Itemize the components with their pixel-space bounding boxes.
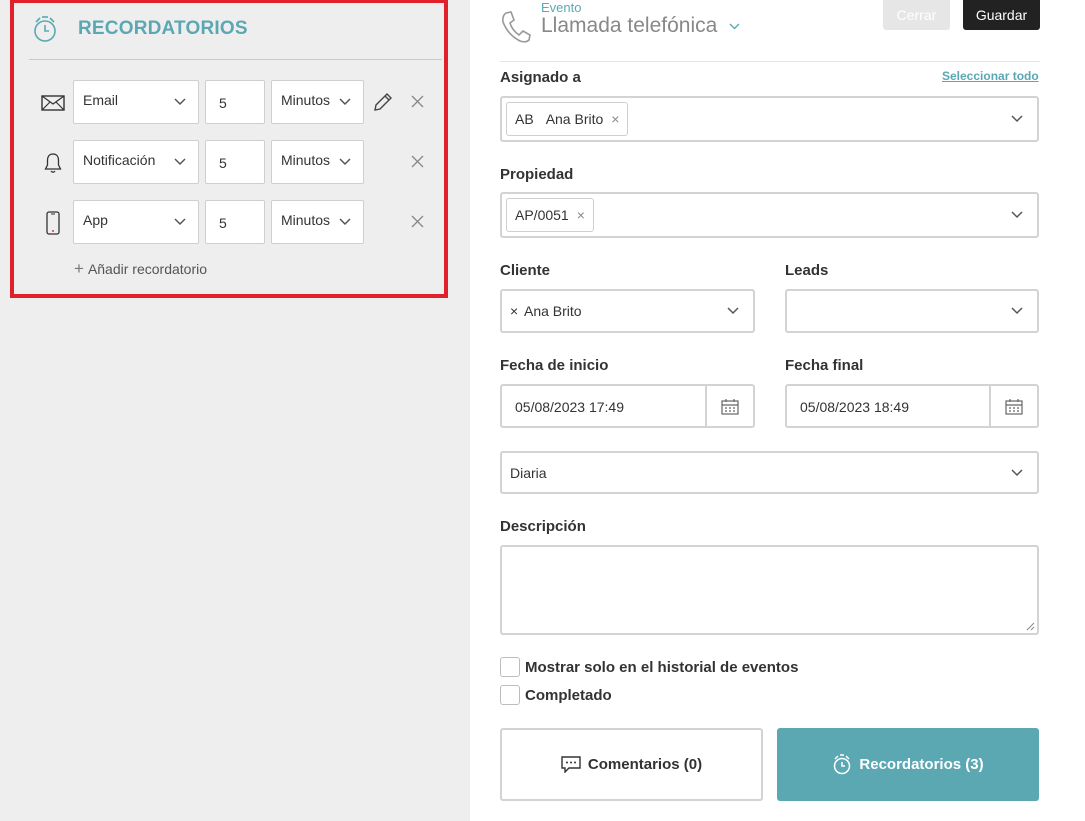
reminder-unit-select[interactable]: Minutos xyxy=(271,140,364,184)
property-tag: AP/0051 × xyxy=(506,198,594,232)
chevron-down-icon xyxy=(1011,307,1023,315)
remove-tag-icon[interactable]: × xyxy=(611,111,619,127)
select-all-link[interactable]: Seleccionar todo xyxy=(942,69,1039,83)
phone-icon xyxy=(500,10,532,44)
start-date-field[interactable]: 05/08/2023 17:49 xyxy=(500,384,755,428)
recurrence-value: Diaria xyxy=(510,465,547,481)
comments-button-label: Comentarios (0) xyxy=(587,756,703,773)
end-date-label: Fecha final xyxy=(785,357,864,374)
assigned-tag-name: Ana Brito xyxy=(545,111,604,127)
reminder-type-select[interactable]: Email xyxy=(73,80,199,124)
reminder-unit-select[interactable]: Minutos xyxy=(271,80,364,124)
calendar-icon[interactable] xyxy=(989,386,1037,426)
close-button[interactable]: Cerrar xyxy=(883,0,950,30)
chevron-down-icon xyxy=(339,218,353,226)
client-remove-icon[interactable]: × xyxy=(510,303,518,319)
reminder-type-select[interactable]: Notificación xyxy=(73,140,199,184)
reminder-amount-input[interactable]: 5 xyxy=(205,200,265,244)
pencil-icon[interactable] xyxy=(372,91,394,113)
history-only-checkbox[interactable] xyxy=(500,657,520,677)
chevron-down-icon xyxy=(1011,468,1023,476)
chevron-down-icon xyxy=(1011,115,1023,123)
chevron-down-icon xyxy=(727,307,739,315)
completed-checkbox[interactable] xyxy=(500,685,520,705)
speech-bubble-icon xyxy=(561,756,581,773)
history-only-checkbox-row[interactable]: Mostrar solo en el historial de eventos xyxy=(500,657,798,677)
resize-handle-icon[interactable] xyxy=(1026,622,1035,631)
event-type-value: Llamada telefónica xyxy=(541,14,718,37)
assigned-tag-initials: AB xyxy=(515,111,534,127)
assigned-tag: AB Ana Brito × xyxy=(506,102,629,136)
remove-tag-icon[interactable]: × xyxy=(577,207,585,223)
smartphone-icon xyxy=(40,210,66,236)
event-type-select[interactable]: Llamada telefónica xyxy=(541,14,740,38)
add-reminder-label: Añadir recordatorio xyxy=(87,261,207,277)
client-select[interactable]: × Ana Brito xyxy=(500,289,755,333)
reminder-row-email: Email 5 Minutos xyxy=(14,80,444,124)
start-date-value: 05/08/2023 17:49 xyxy=(515,399,624,415)
completed-label: Completado xyxy=(525,686,612,704)
calendar-icon[interactable] xyxy=(705,386,753,426)
reminder-amount-input[interactable]: 5 xyxy=(205,140,265,184)
recurrence-select[interactable]: Diaria xyxy=(500,451,1039,494)
close-icon[interactable] xyxy=(409,153,425,169)
assigned-label: Asignado a xyxy=(500,69,581,86)
chevron-down-icon xyxy=(174,158,188,166)
reminder-type-select[interactable]: App xyxy=(73,200,199,244)
close-icon[interactable] xyxy=(409,213,425,229)
description-textarea[interactable] xyxy=(500,545,1039,635)
event-editor: RECORDATORIOS Email 5 Minutos Notificaci… xyxy=(0,0,1085,821)
reminder-amount-input[interactable]: 5 xyxy=(205,80,265,124)
save-button[interactable]: Guardar xyxy=(963,0,1040,30)
reminders-button[interactable]: Recordatorios (3) xyxy=(777,728,1039,801)
plus-icon: + xyxy=(74,259,84,278)
chevron-down-icon xyxy=(174,98,188,106)
chevron-down-icon xyxy=(339,98,353,106)
reminders-header: RECORDATORIOS xyxy=(32,9,248,49)
alarm-clock-icon xyxy=(32,14,60,44)
chevron-down-icon xyxy=(1011,211,1023,219)
property-select[interactable]: AP/0051 × xyxy=(500,192,1039,238)
reminders-button-label: Recordatorios (3) xyxy=(859,756,984,773)
property-label: Propiedad xyxy=(500,166,574,183)
reminder-row-app: App 5 Minutos xyxy=(14,200,444,244)
reminders-sidebar: RECORDATORIOS Email 5 Minutos Notificaci… xyxy=(0,0,470,821)
start-date-label: Fecha de inicio xyxy=(500,357,609,374)
chevron-down-icon xyxy=(174,218,188,226)
comments-button[interactable]: Comentarios (0) xyxy=(500,728,763,801)
property-tag-value: AP/0051 xyxy=(515,207,569,223)
reminders-panel: RECORDATORIOS Email 5 Minutos Notificaci… xyxy=(10,0,448,298)
reminder-unit-select[interactable]: Minutos xyxy=(271,200,364,244)
client-value: Ana Brito xyxy=(524,303,582,319)
reminder-row-notification: Notificación 5 Minutos xyxy=(14,140,444,184)
alarm-clock-icon xyxy=(832,754,852,775)
add-reminder-link[interactable]: + Añadir recordatorio xyxy=(74,259,207,278)
close-icon[interactable] xyxy=(409,93,425,109)
leads-label: Leads xyxy=(785,262,829,279)
divider xyxy=(29,59,442,60)
end-date-field[interactable]: 05/08/2023 18:49 xyxy=(785,384,1039,428)
envelope-icon xyxy=(40,90,66,116)
bell-icon xyxy=(40,150,66,176)
history-only-label: Mostrar solo en el historial de eventos xyxy=(525,658,799,676)
end-date-value: 05/08/2023 18:49 xyxy=(800,399,909,415)
chevron-down-icon xyxy=(339,158,353,166)
chevron-down-icon xyxy=(729,23,740,30)
event-label: Evento xyxy=(541,0,582,15)
client-label: Cliente xyxy=(500,262,551,279)
assigned-select[interactable]: AB Ana Brito × xyxy=(500,96,1039,142)
event-header: Evento Llamada telefónica Cerrar Guardar xyxy=(500,0,1040,62)
leads-select[interactable] xyxy=(785,289,1039,333)
reminders-title: RECORDATORIOS xyxy=(78,18,248,39)
description-label: Descripción xyxy=(500,518,586,535)
completed-checkbox-row[interactable]: Completado xyxy=(500,685,612,705)
